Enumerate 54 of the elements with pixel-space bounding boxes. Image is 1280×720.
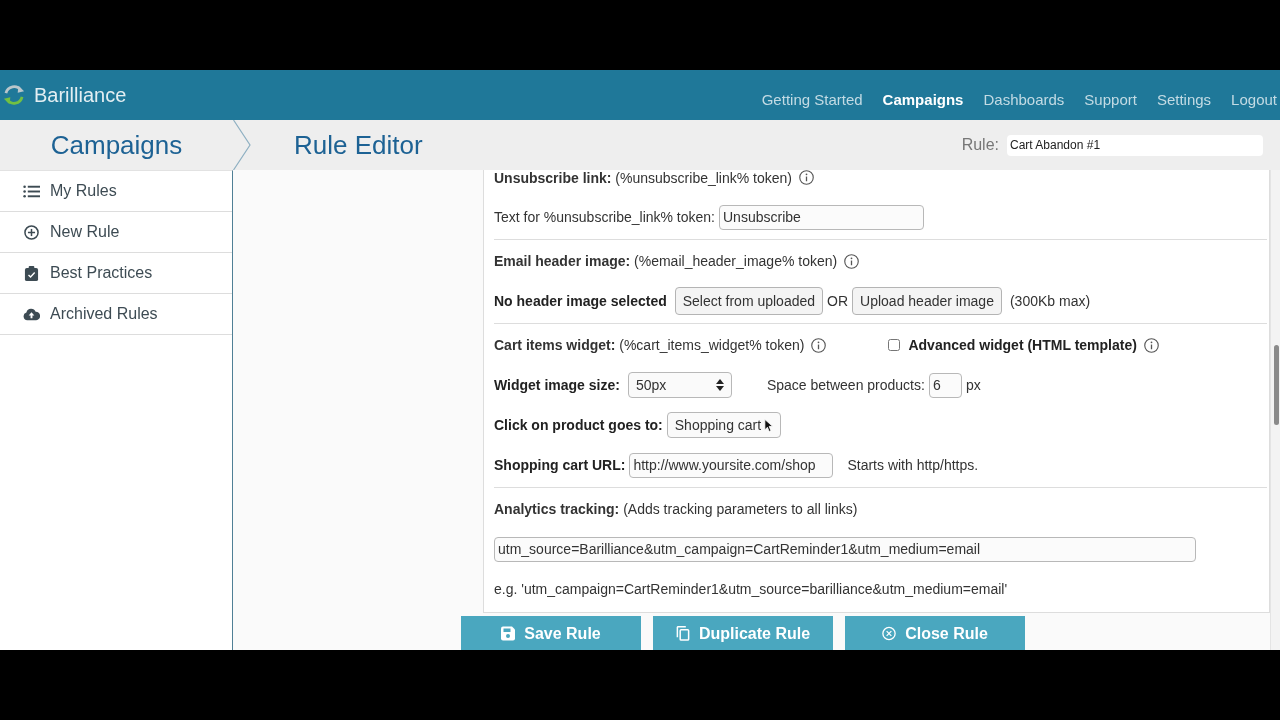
- nav-link[interactable]: Logout: [1231, 78, 1277, 112]
- info-icon[interactable]: [799, 170, 814, 185]
- select-uploaded-button[interactable]: Select from uploaded: [674, 287, 824, 315]
- info-icon[interactable]: [811, 337, 827, 353]
- limit-text: (300Kb max): [1009, 291, 1091, 311]
- nav-link[interactable]: Dashboards: [983, 78, 1065, 112]
- field-label: Text for %unsubscribe_link% token:: [494, 207, 715, 227]
- separator-text: OR: [827, 291, 849, 311]
- nav-link[interactable]: Settings: [1156, 78, 1212, 112]
- sidebar-item[interactable]: My Rules: [0, 171, 232, 212]
- tracking-field[interactable]: utm_source=Barilliance&utm_campaign=CartReminder1&utm_medium=email: [494, 536, 1196, 562]
- info-icon[interactable]: [1143, 337, 1159, 353]
- logo-icon: [3, 84, 25, 106]
- page-title: Rule Editor: [294, 128, 423, 162]
- spacing-field[interactable]: 6: [928, 372, 962, 398]
- field-label: Shopping cart URL:: [494, 455, 626, 475]
- field-label: Space between products:: [766, 375, 925, 395]
- click-target-select[interactable]: Shopping cart: [666, 412, 781, 438]
- unsubscribe-text-field[interactable]: Unsubscribe: [719, 204, 924, 230]
- checkbox-label: Advanced widget (HTML template): [908, 335, 1137, 355]
- section-heading: Cart items widget: (%cart_items_widget% token): [494, 335, 805, 355]
- cart-url-field[interactable]: http://www.yoursite.com/shop: [629, 452, 834, 478]
- example-text: e.g. 'utm_campaign=CartReminder1&utm_source=barilliance&utm_medium=email': [494, 579, 1008, 599]
- sidebar-item[interactable]: Archived Rules: [0, 294, 232, 335]
- nav-link[interactable]: Campaigns: [882, 78, 964, 112]
- brand-name: Barilliance: [34, 83, 127, 108]
- scrollbar-thumb[interactable]: [1274, 345, 1279, 425]
- sidebar-item[interactable]: Best Practices: [0, 253, 232, 294]
- field-label: Click on product goes to:: [494, 415, 663, 435]
- section-heading: Email header image: (%email_header_image% token): [494, 251, 838, 271]
- clipboard-check-icon: [23, 265, 40, 281]
- rule-label: Rule:: [961, 135, 999, 155]
- chevron-icon: [233, 120, 251, 170]
- nav-link[interactable]: Getting Started: [761, 78, 863, 112]
- status-text: No header image selected: [494, 291, 667, 311]
- list-icon: [23, 183, 40, 199]
- copy-icon: [675, 626, 690, 641]
- image-size-select[interactable]: 50px: [627, 372, 732, 398]
- section-heading: Unsubscribe link: (%unsubscribe_link% token): [494, 170, 792, 186]
- rule-name-field[interactable]: Cart Abandon #1: [1007, 134, 1263, 156]
- cloud-upload-icon: [23, 306, 40, 322]
- breadcrumb-section: Campaigns: [0, 125, 233, 165]
- field-label: Widget image size:: [494, 375, 620, 395]
- up-down-caret-icon: [715, 379, 724, 391]
- info-icon[interactable]: [844, 253, 860, 269]
- hint-text: Starts with http/https.: [847, 455, 979, 475]
- section-heading: Analytics tracking: (Adds tracking parameters to all links): [494, 499, 858, 519]
- plus-circle-icon: [23, 224, 40, 240]
- sidebar-item[interactable]: New Rule: [0, 212, 232, 253]
- cursor-icon: [764, 417, 773, 433]
- upload-button[interactable]: Upload header image: [852, 287, 1002, 315]
- advanced-checkbox[interactable]: [888, 339, 901, 351]
- unit-text: px: [965, 375, 981, 395]
- x-circle-icon: [882, 626, 897, 641]
